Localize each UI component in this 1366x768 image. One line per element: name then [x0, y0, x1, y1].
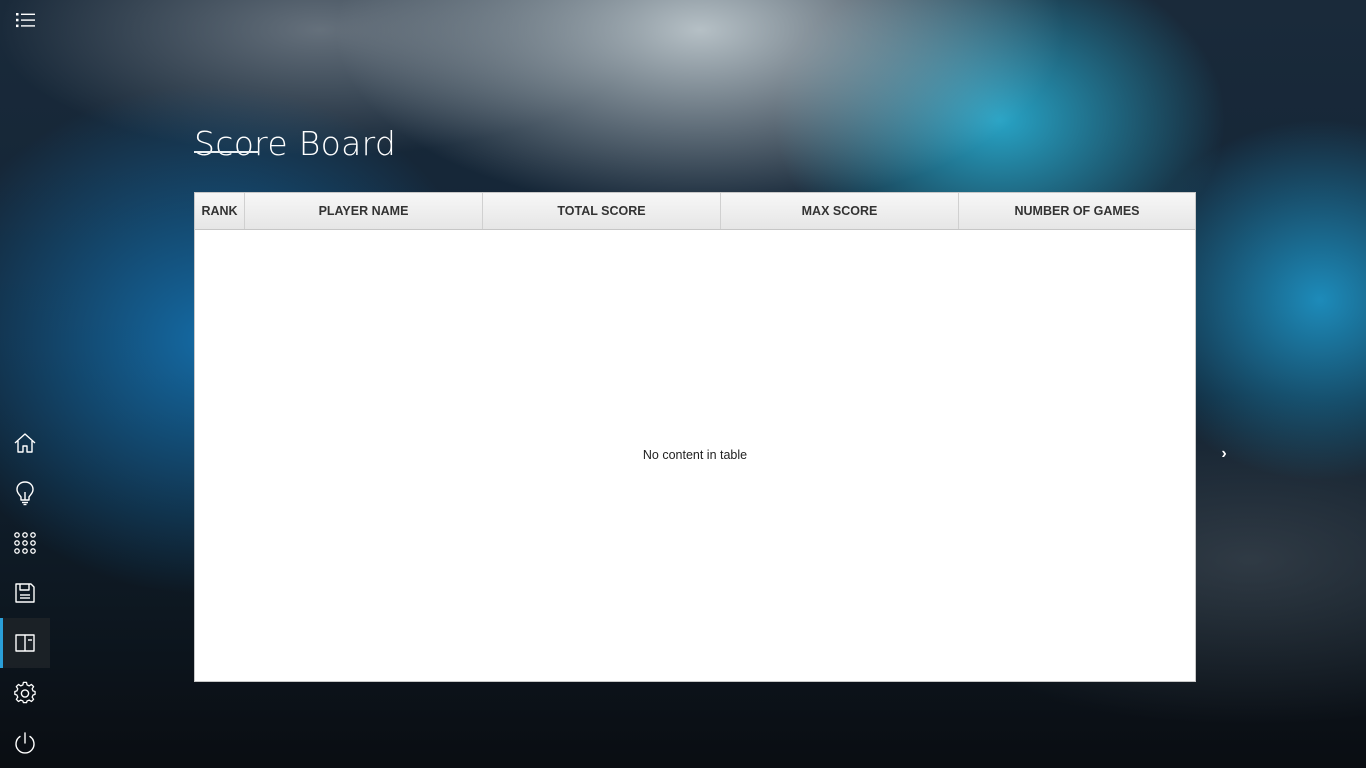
gear-icon	[13, 681, 37, 705]
menu-toggle-button[interactable]	[10, 6, 42, 38]
column-header-number-of-games[interactable]: NUMBER OF GAMES	[959, 193, 1195, 229]
score-table: RANK PLAYER NAME TOTAL SCORE MAX SCORE N…	[194, 192, 1196, 682]
column-header-max-score[interactable]: MAX SCORE	[721, 193, 959, 229]
column-header-player-name[interactable]: PLAYER NAME	[245, 193, 483, 229]
home-icon	[13, 431, 37, 455]
sidebar-nav	[0, 418, 50, 768]
title-underline	[194, 151, 259, 153]
lightbulb-icon	[13, 480, 37, 506]
column-header-rank[interactable]: RANK	[195, 193, 245, 229]
sidebar-item-scoreboard[interactable]	[0, 618, 50, 668]
sidebar-item-power[interactable]	[0, 718, 50, 768]
sidebar-item-settings[interactable]	[0, 668, 50, 718]
scoreboard-icon	[14, 632, 36, 654]
column-header-total-score[interactable]: TOTAL SCORE	[483, 193, 721, 229]
table-body: No content in table	[195, 230, 1195, 682]
empty-table-message: No content in table	[642, 448, 748, 462]
chevron-right-icon: ›	[1221, 445, 1227, 462]
table-header: RANK PLAYER NAME TOTAL SCORE MAX SCORE N…	[195, 193, 1195, 230]
page-title: Score Board	[194, 124, 397, 164]
grid-icon	[14, 532, 36, 554]
power-icon	[13, 731, 37, 755]
sidebar-item-apps[interactable]	[0, 518, 50, 568]
list-menu-icon	[16, 12, 36, 33]
sidebar-item-save[interactable]	[0, 568, 50, 618]
sidebar-item-tips[interactable]	[0, 468, 50, 518]
save-icon	[14, 582, 36, 604]
next-page-button[interactable]: ›	[1214, 444, 1234, 464]
sidebar-item-home[interactable]	[0, 418, 50, 468]
